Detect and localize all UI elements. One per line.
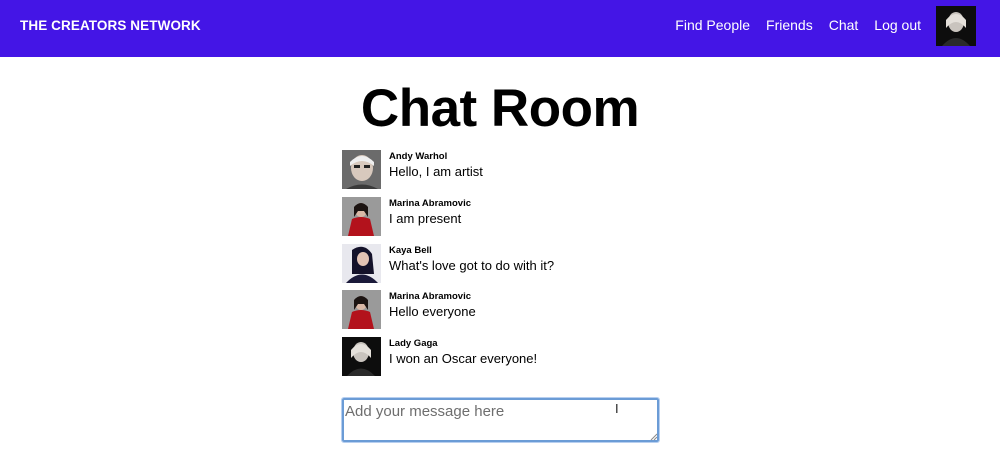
message-input[interactable] [341, 397, 660, 443]
person-avatar-icon [342, 150, 381, 189]
message-text: I am present [389, 210, 462, 226]
author-avatar[interactable] [342, 196, 381, 236]
person-avatar-icon [342, 337, 381, 376]
nav-links: Find People Friends Chat Log out [675, 17, 921, 33]
brand-logo-text[interactable]: THE CREATORS NETWORK [20, 18, 201, 33]
author-avatar[interactable] [342, 337, 381, 376]
nav-logout-link[interactable]: Log out [874, 17, 921, 33]
message-author: Andy Warhol [389, 151, 448, 162]
user-avatar-icon [936, 6, 976, 46]
message-text: Hello, I am artist [389, 164, 483, 179]
message-author: Kaya Bell [389, 244, 432, 256]
person-avatar-icon [342, 243, 381, 283]
message-author: Marina Abramovic [389, 291, 472, 303]
author-avatar[interactable] [342, 243, 381, 283]
resize-handle-icon[interactable] [650, 433, 658, 441]
person-avatar-icon [342, 196, 381, 236]
message-text: Hello everyone [389, 304, 476, 320]
nav-find-people-link[interactable]: Find People [675, 17, 750, 33]
message-item: Lady Gaga I won an Oscar everyone! [342, 337, 662, 377]
profile-avatar[interactable] [936, 6, 976, 46]
author-avatar[interactable] [342, 290, 381, 330]
page-title: Chat Room [360, 79, 640, 138]
message-item: Andy Warhol Hello, I am artist [342, 150, 662, 190]
message-list: Andy Warhol Hello, I am artist Marina Ab… [342, 150, 662, 384]
message-item: Marina Abramovic Hello everyone [342, 290, 662, 330]
nav-chat-link[interactable]: Chat [829, 17, 859, 33]
top-navbar: THE CREATORS NETWORK Find People Friends… [0, 0, 1000, 57]
message-text: What's love got to do with it? [389, 257, 555, 273]
message-text: I won an Oscar everyone! [389, 351, 538, 366]
message-item: Marina Abramovic I am present [342, 196, 662, 237]
author-avatar[interactable] [342, 150, 381, 189]
message-item: Kaya Bell What's love got to do with it? [342, 243, 662, 284]
nav-friends-link[interactable]: Friends [766, 17, 813, 33]
message-author: Marina Abramovic [389, 197, 472, 209]
person-avatar-icon [342, 290, 381, 330]
text-cursor-icon: I [615, 401, 619, 416]
message-author: Lady Gaga [389, 338, 438, 349]
